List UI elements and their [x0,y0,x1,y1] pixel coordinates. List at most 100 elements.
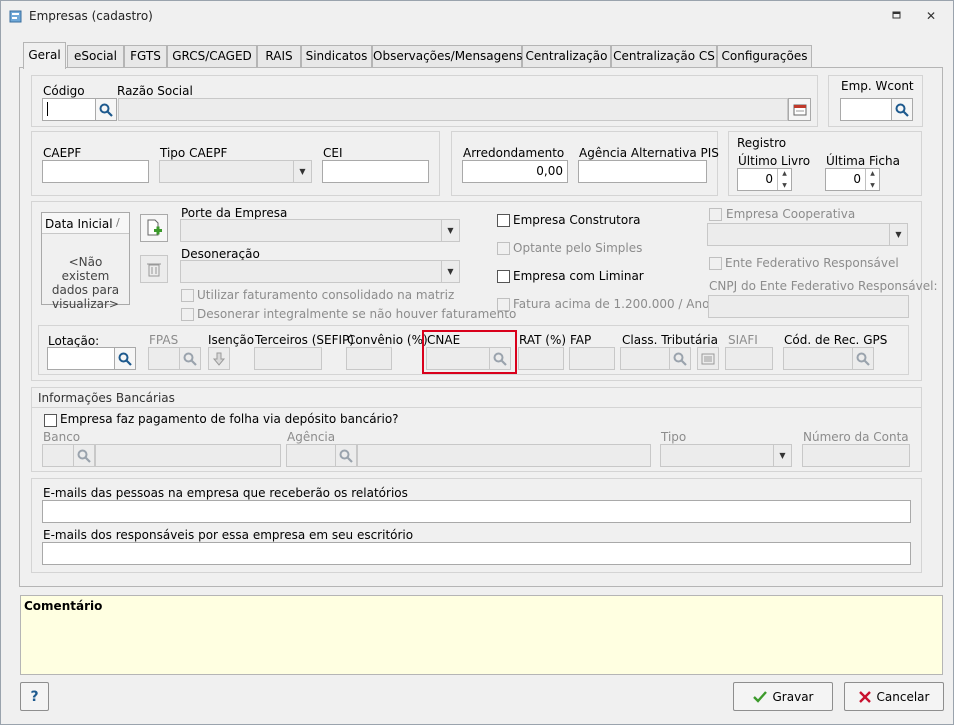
tipo-select[interactable]: ▼ [660,444,792,467]
data-inicial-grid[interactable]: Data Inicial / <Não existem dados para v… [41,212,130,311]
add-data-inicial-button[interactable] [140,214,168,242]
agencia-code-input[interactable] [286,444,336,467]
cnae-highlight-box [422,330,517,374]
siafi-label: SIAFI [728,333,758,347]
emp-wcont-search-button[interactable] [891,98,913,121]
banco-search-button[interactable] [73,444,95,467]
ente-federativo-checkbox[interactable] [709,257,722,270]
fpas-input[interactable] [148,347,180,370]
optante-simples-label: Optante pelo Simples [513,241,643,255]
emails-receivers-input[interactable] [42,500,911,523]
cod-rec-gps-input[interactable] [783,347,853,370]
arredondamento-input[interactable]: 0,00 [462,160,568,183]
cei-input[interactable] [322,160,429,183]
restore-icon[interactable] [889,8,905,24]
tab-rais[interactable]: RAIS [257,45,301,68]
data-inicial-header[interactable]: Data Inicial / [42,213,129,234]
isencao-label: Isenção [208,333,255,347]
empresa-cooperativa-label: Empresa Cooperativa [726,207,856,221]
lotacao-search-button[interactable] [114,347,136,370]
window: Empresas (cadastro) ✕ Geral eSocial FGTS… [0,0,954,725]
help-button[interactable]: ? [20,682,49,711]
tab-grcs-caged[interactable]: GRCS/CAGED [167,45,257,68]
class-tributaria-list-button[interactable] [697,347,719,370]
ultima-ficha-input[interactable]: 0 ▲ ▼ [825,168,880,191]
ultima-ficha-spinner[interactable]: ▲ ▼ [865,169,879,190]
search-icon [339,449,353,463]
numero-conta-label: Número da Conta [803,430,909,444]
agencia-pis-label: Agência Alternativa PIS [579,146,719,160]
cooperativa-select[interactable]: ▼ [707,223,908,246]
fpas-search-button[interactable] [179,347,201,370]
optante-simples-checkbox[interactable] [497,242,510,255]
porte-empresa-select[interactable]: ▼ [180,219,460,242]
close-icon[interactable]: ✕ [923,8,939,24]
deposito-bancario-checkbox[interactable] [44,414,57,427]
convenio-input[interactable] [346,347,392,370]
fatura-acima-label: Fatura acima de 1.200.000 / Ano [513,297,710,311]
caepf-input[interactable] [42,160,149,183]
cod-rec-gps-search-button[interactable] [852,347,874,370]
cnpj-ente-label: CNPJ do Ente Federativo Responsável: [709,279,938,293]
search-icon [673,352,687,366]
emails-responsibles-label: E-mails dos responsáveis por essa empres… [43,528,414,542]
emp-wcont-input[interactable] [840,98,892,121]
tab-geral[interactable]: Geral [23,42,66,69]
numero-conta-input[interactable] [802,444,910,467]
razao-social-label: Razão Social [117,84,193,98]
agencia-search-button[interactable] [335,444,357,467]
agencia-name-input[interactable] [357,444,651,467]
empresa-liminar-label: Empresa com Liminar [513,269,644,283]
empresa-liminar-checkbox[interactable] [497,270,510,283]
calendar-icon [793,104,806,115]
cancelar-button[interactable]: Cancelar [844,682,944,711]
razao-social-calendar-button[interactable] [788,98,811,121]
lotacao-input[interactable] [47,347,115,370]
codigo-input[interactable] [42,98,96,121]
arredondamento-label: Arredondamento [463,146,565,160]
comment-area[interactable]: Comentário [20,595,943,675]
agencia-pis-input[interactable] [578,160,707,183]
empresa-construtora-checkbox[interactable] [497,214,510,227]
class-tributaria-input[interactable] [620,347,670,370]
codigo-search-button[interactable] [95,98,117,121]
isencao-button[interactable] [208,347,230,370]
ultimo-livro-spinner[interactable]: ▲ ▼ [777,169,791,190]
ultima-ficha-label: Última Ficha [826,154,900,168]
fap-label: FAP [570,333,592,347]
cnpj-ente-input[interactable] [708,295,909,318]
search-icon [856,352,870,366]
tab-esocial[interactable]: eSocial [67,45,124,68]
tab-fgts[interactable]: FGTS [124,45,167,68]
banco-name-input[interactable] [95,444,281,467]
tab-centralizacao-cs[interactable]: Centralização CS [611,45,717,68]
tab-observacoes[interactable]: Observações/Mensagens [372,45,523,68]
class-tributaria-search-button[interactable] [669,347,691,370]
razao-social-input[interactable] [118,98,788,121]
siafi-input[interactable] [725,347,773,370]
empresa-cooperativa-checkbox[interactable] [709,208,722,221]
ultimo-livro-input[interactable]: 0 ▲ ▼ [737,168,792,191]
tab-centralizacao[interactable]: Centralização [522,45,611,68]
desonerar-integral-checkbox[interactable] [181,308,194,321]
rat-input[interactable] [518,347,564,370]
tab-configuracoes[interactable]: Configurações [717,45,812,68]
tipo-label: Tipo [661,430,687,444]
delete-data-inicial-button[interactable] [140,255,168,283]
gravar-button[interactable]: Gravar [733,682,833,711]
tipo-caepf-select[interactable]: ▼ [159,160,312,183]
tab-sindicatos[interactable]: Sindicatos [301,45,372,68]
terceiros-sefip-input[interactable] [254,347,322,370]
cei-label: CEI [323,146,343,160]
utilizar-faturamento-checkbox[interactable] [181,289,194,302]
banco-code-input[interactable] [42,444,74,467]
fap-input[interactable] [569,347,615,370]
desoneracao-select[interactable]: ▼ [180,260,460,283]
search-icon [77,449,91,463]
registro-label: Registro [737,136,787,150]
fatura-acima-checkbox[interactable] [497,298,510,311]
gravar-label: Gravar [772,689,814,704]
emails-receivers-label: E-mails das pessoas na empresa que receb… [43,486,408,500]
ultimo-livro-label: Último Livro [738,154,811,168]
emails-responsibles-input[interactable] [42,542,911,565]
